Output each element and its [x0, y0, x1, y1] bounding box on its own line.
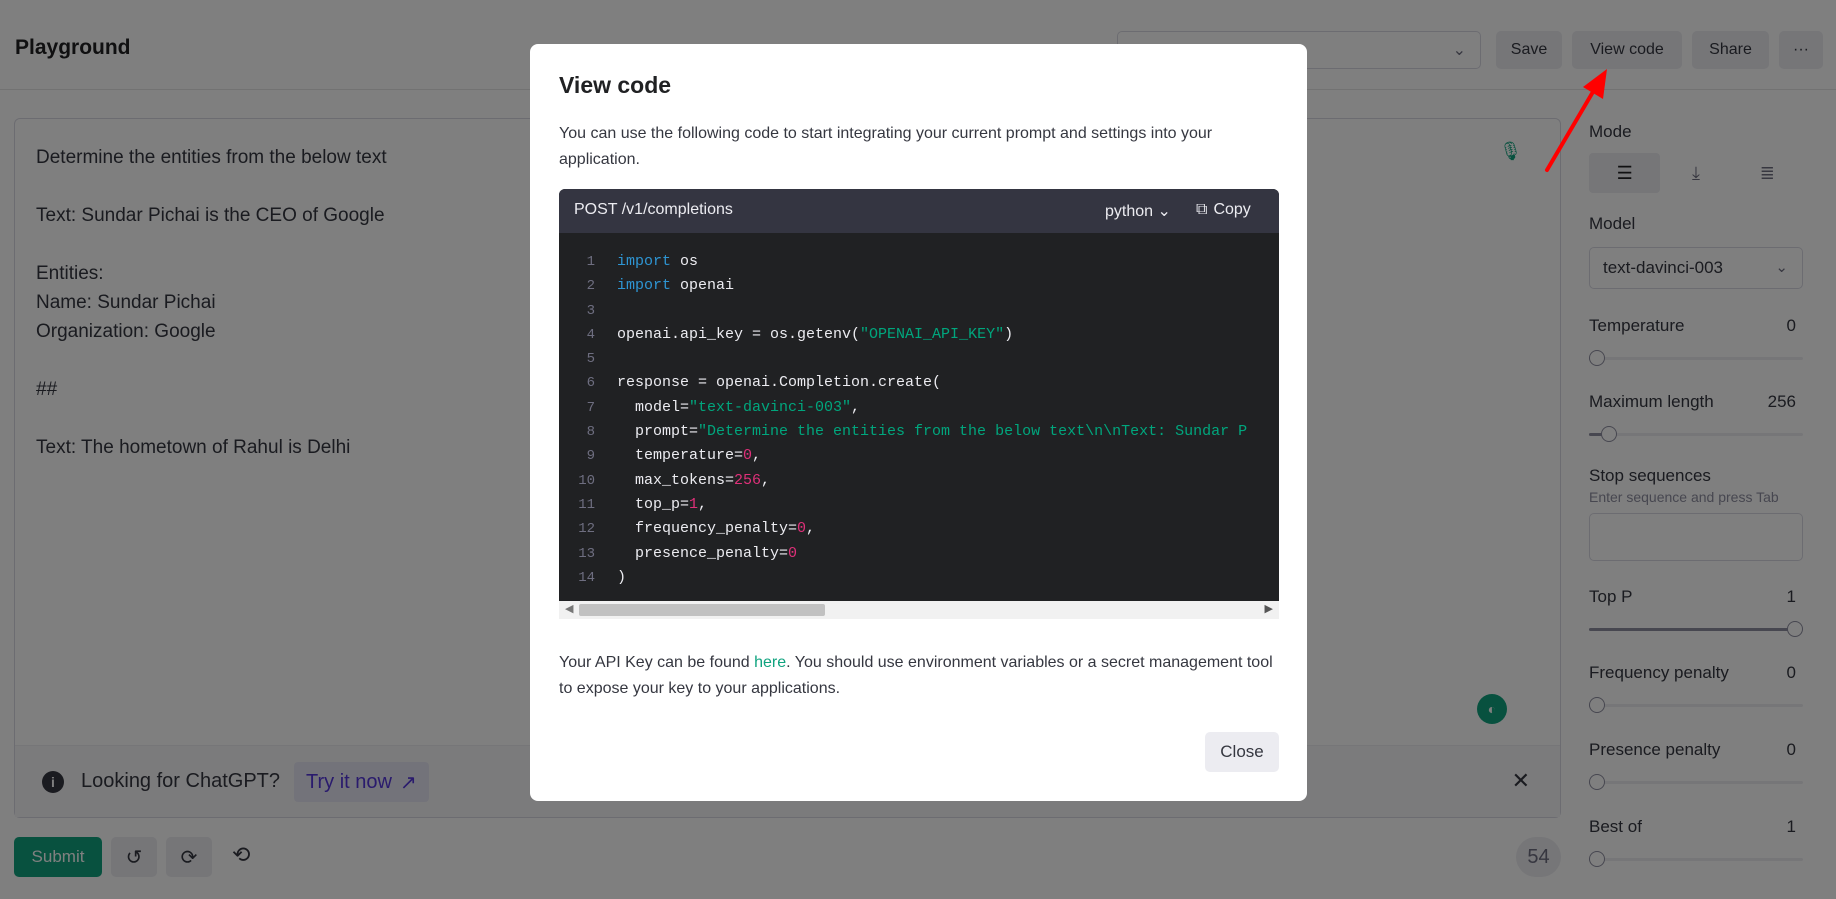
line-number: 3: [586, 302, 595, 319]
code-line: 1 import os: [559, 250, 1279, 274]
code-block: POST /v1/completions python ⌄ ⧉ Copy 1 im…: [559, 189, 1279, 619]
code-text: max_tokens=256,: [617, 471, 771, 489]
code-text: presence_penalty=0: [617, 544, 798, 562]
code-content[interactable]: 1 import os 2 import openai 3 4 openai.api_key…: [559, 233, 1279, 603]
code-header: POST /v1/completions python ⌄ ⧉ Copy: [559, 189, 1279, 233]
line-number: 13: [578, 545, 595, 562]
copy-label: Copy: [1213, 201, 1251, 218]
code-line: 7 model="text-davinci-003",: [559, 396, 1279, 420]
copy-icon: ⧉: [1196, 201, 1208, 218]
line-number: 6: [586, 375, 595, 392]
red-arrow-annotation: [1545, 69, 1607, 172]
code-text: frequency_penalty=0,: [617, 520, 816, 538]
code-line: 3: [559, 299, 1279, 323]
horizontal-scrollbar[interactable]: ◀ ▶: [559, 601, 1279, 619]
line-number: 8: [586, 424, 595, 441]
code-text: temperature=0,: [617, 447, 762, 465]
code-line: 2 import openai: [559, 274, 1279, 298]
line-number: 10: [578, 472, 595, 489]
line-number: 4: [586, 326, 595, 343]
api-key-link[interactable]: here: [754, 654, 786, 671]
line-number: 7: [586, 399, 595, 416]
language-select[interactable]: python ⌄: [1105, 201, 1171, 221]
code-line: 10 max_tokens=256,: [559, 469, 1279, 493]
code-line: 9 temperature=0,: [559, 444, 1279, 468]
code-line: 11 top_p=1,: [559, 493, 1279, 517]
line-number: 11: [578, 496, 595, 513]
dialog-description: You can use the following code to start …: [559, 125, 1213, 168]
close-button[interactable]: Close: [1205, 732, 1279, 772]
dialog-title: View code: [559, 72, 672, 98]
line-number: 14: [578, 569, 595, 586]
code-text: import openai: [617, 277, 735, 295]
code-text: ): [617, 568, 627, 586]
chevron-down-icon: ⌄: [1157, 203, 1171, 220]
scrollbar-thumb[interactable]: [579, 604, 825, 616]
code-line: 4 openai.api_key = os.getenv("OPENAI_API_…: [559, 323, 1279, 347]
scroll-left-icon[interactable]: ◀: [565, 602, 573, 615]
code-line: 12 frequency_penalty=0,: [559, 517, 1279, 541]
code-line: 6 response = openai.Completion.create(: [559, 371, 1279, 395]
copy-button[interactable]: ⧉ Copy: [1196, 201, 1251, 219]
code-text: openai.api_key = os.getenv("OPENAI_API_K…: [617, 325, 1014, 343]
code-text: import os: [617, 253, 699, 270]
code-text: model="text-davinci-003",: [617, 398, 861, 416]
language-value: python: [1105, 203, 1154, 220]
line-number: 5: [586, 351, 595, 368]
code-line: 8 prompt="Determine the entities from th…: [559, 420, 1279, 444]
code-text: top_p=1,: [617, 495, 708, 513]
scroll-right-icon[interactable]: ▶: [1265, 602, 1273, 615]
code-line: 5: [559, 347, 1279, 371]
view-code-dialog: View code You can use the following code…: [530, 44, 1307, 801]
endpoint-label: POST /v1/completions: [574, 201, 733, 218]
line-number: 9: [586, 448, 595, 465]
code-text: response = openai.Completion.create(: [617, 374, 942, 392]
api-key-note: Your API Key can be found here. You shou…: [559, 650, 1279, 702]
code-line: 14): [559, 566, 1279, 590]
line-number: 12: [578, 521, 595, 538]
line-number: 2: [586, 278, 595, 295]
note-text-before: Your API Key can be found: [559, 654, 755, 671]
code-text: prompt="Determine the entities from the …: [617, 423, 1248, 441]
line-number: 1: [586, 254, 595, 270]
code-line: 13 presence_penalty=0: [559, 542, 1279, 566]
